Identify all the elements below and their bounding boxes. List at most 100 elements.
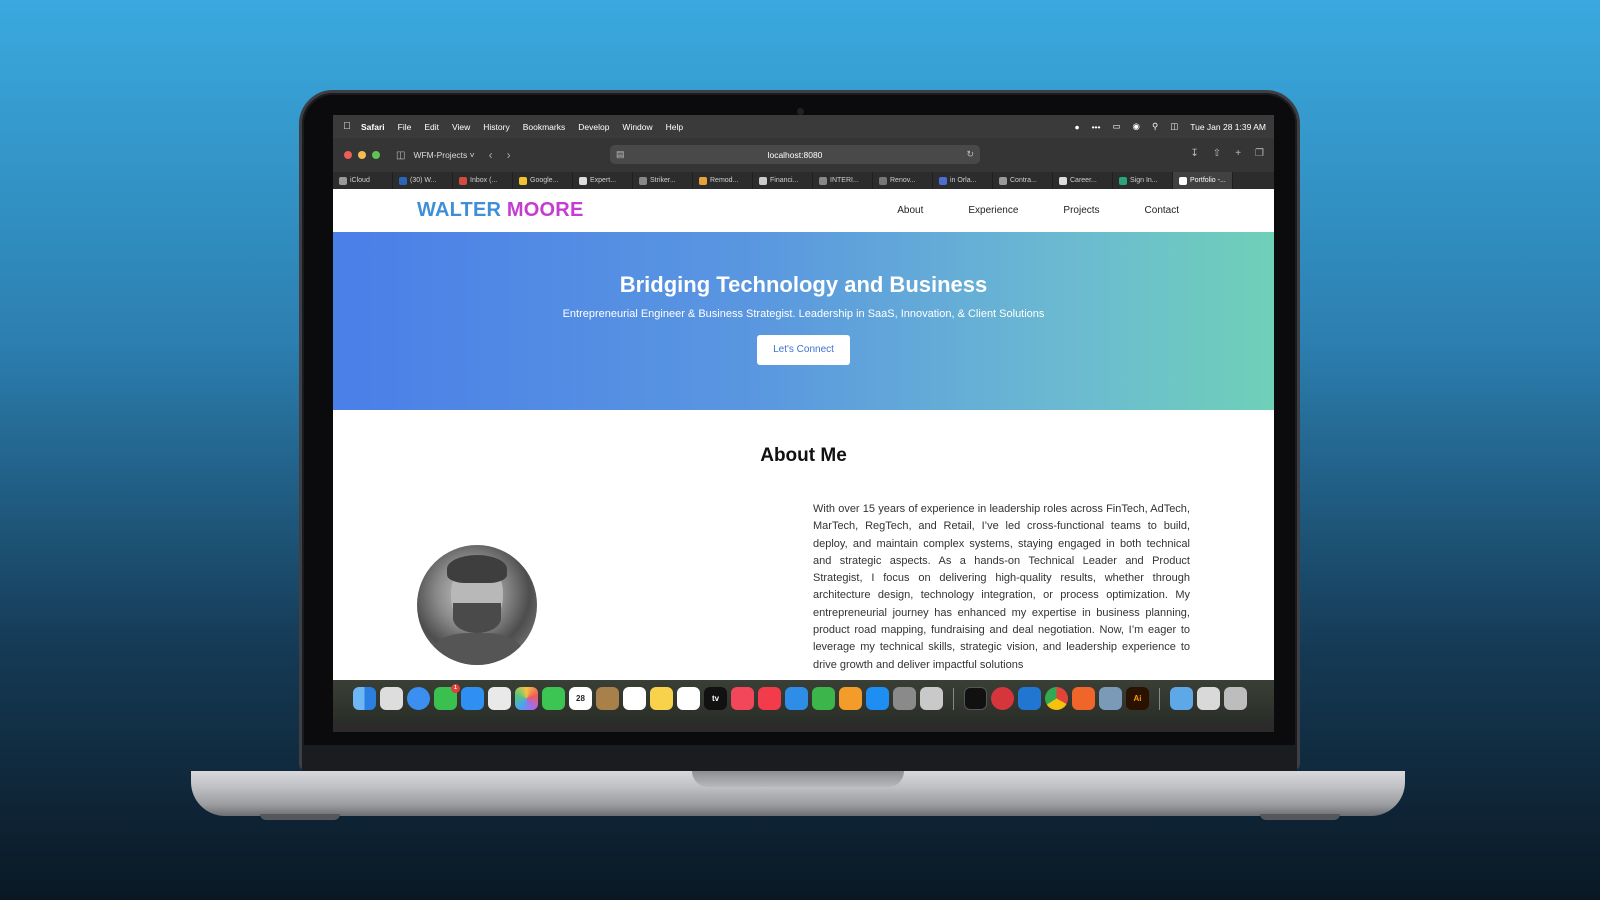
menu-view[interactable]: View <box>452 122 470 132</box>
new-tab-icon[interactable]: + <box>1235 148 1241 159</box>
app-store-icon[interactable] <box>866 687 889 710</box>
mail-icon[interactable] <box>461 687 484 710</box>
laptop-lid-bottom <box>302 745 1297 771</box>
interi-icon <box>819 176 827 185</box>
tab-label: Portfolio -... <box>1190 177 1226 184</box>
about-title: About Me <box>760 445 847 466</box>
apple-tv-icon[interactable]: tv <box>704 687 727 710</box>
launchpad-icon[interactable] <box>380 687 403 710</box>
postman-icon[interactable] <box>1072 687 1095 710</box>
sidebar-icon[interactable]: ◫ <box>396 150 405 161</box>
photos-icon[interactable] <box>515 687 538 710</box>
pages-icon[interactable] <box>839 687 862 710</box>
creative-cloud-icon[interactable]: ● <box>1074 122 1079 132</box>
tab-renov[interactable]: Renov... <box>873 172 933 189</box>
tab-portfolio[interactable]: Portfolio -... <box>1173 172 1233 189</box>
clock[interactable]: Tue Jan 28 1:39 AM <box>1190 122 1266 132</box>
notes-icon[interactable] <box>650 687 673 710</box>
iphone-mirroring-icon[interactable] <box>920 687 943 710</box>
calendar-icon[interactable]: 28 <box>569 687 592 710</box>
tab-expert[interactable]: Expert... <box>573 172 633 189</box>
more-icon[interactable]: ••• <box>1092 122 1101 132</box>
gmail-icon <box>459 176 467 185</box>
contacts-icon[interactable] <box>596 687 619 710</box>
share-icon[interactable]: ⇧ <box>1213 148 1221 159</box>
site-logo[interactable]: WALTER MOORE <box>417 199 583 222</box>
photo-hair <box>447 555 507 583</box>
control-center-icon[interactable]: ◫ <box>1170 121 1178 132</box>
tab-label: in Orla... <box>950 177 977 184</box>
tab-financi[interactable]: Financi... <box>753 172 813 189</box>
safari-icon[interactable] <box>407 687 430 710</box>
spotlight-icon[interactable]: ⚲ <box>1152 121 1158 132</box>
news-icon[interactable] <box>758 687 781 710</box>
apple-icon[interactable]:  <box>333 121 361 132</box>
menu-help[interactable]: Help <box>666 122 683 132</box>
tab-career[interactable]: Career... <box>1053 172 1113 189</box>
url-text: localhost:8080 <box>767 149 823 160</box>
downloads-folder-icon[interactable] <box>1170 687 1193 710</box>
menu-history[interactable]: History <box>483 122 509 132</box>
preview-icon[interactable] <box>1099 687 1122 710</box>
system-settings-icon[interactable] <box>893 687 916 710</box>
lets-connect-button[interactable]: Let's Connect <box>757 335 850 365</box>
tab-group-label: WFM-Projects <box>413 150 468 160</box>
tab-group-selector[interactable]: WFM-Projects ˅ <box>413 150 474 160</box>
messages-icon[interactable]: 1 <box>434 684 460 710</box>
keynote-icon[interactable] <box>785 687 808 710</box>
vscode-icon[interactable] <box>1018 687 1041 710</box>
tab-overview-icon[interactable]: ❐ <box>1255 148 1264 159</box>
trash-icon[interactable] <box>1224 687 1247 710</box>
menu-develop[interactable]: Develop <box>578 122 609 132</box>
tab-remod[interactable]: Remod... <box>693 172 753 189</box>
dock: 1 28 tv Ai <box>333 680 1274 722</box>
forward-icon[interactable]: › <box>507 148 511 162</box>
chrome-icon[interactable] <box>1045 687 1068 710</box>
menu-edit[interactable]: Edit <box>424 122 439 132</box>
status-area: ● ••• ▭ ◉ ⚲ ◫ Tue Jan 28 1:39 AM <box>1074 121 1274 132</box>
zoom-button[interactable] <box>372 151 380 159</box>
numbers-icon[interactable] <box>812 687 835 710</box>
page-settings-icon[interactable]: ▤ <box>616 149 625 160</box>
tab-sign-in[interactable]: Sign In... <box>1113 172 1173 189</box>
address-bar[interactable]: ▤ localhost:8080 ↻ <box>610 145 980 164</box>
site-nav: About Experience Projects Contact <box>852 205 1179 216</box>
close-button[interactable] <box>344 151 352 159</box>
tab-striker[interactable]: Striker... <box>633 172 693 189</box>
about-text: With over 15 years of experience in lead… <box>813 503 1190 671</box>
tab-icloud[interactable]: iCloud <box>333 172 393 189</box>
tab-interi[interactable]: INTERI... <box>813 172 873 189</box>
menu-bookmarks[interactable]: Bookmarks <box>523 122 566 132</box>
tab-gmail[interactable]: Inbox (... <box>453 172 513 189</box>
battery-icon[interactable]: ▭ <box>1113 121 1121 132</box>
nav-projects[interactable]: Projects <box>1063 205 1099 216</box>
freeform-icon[interactable] <box>677 687 700 710</box>
tab-contra[interactable]: Contra... <box>993 172 1053 189</box>
nav-experience[interactable]: Experience <box>968 205 1018 216</box>
tab-orla[interactable]: in Orla... <box>933 172 993 189</box>
menu-file[interactable]: File <box>398 122 412 132</box>
tab-google-drive[interactable]: Google... <box>513 172 573 189</box>
tab-linkedin[interactable]: (30) W... <box>393 172 453 189</box>
music-icon[interactable] <box>731 687 754 710</box>
downloads-icon[interactable]: ↧ <box>1190 148 1198 159</box>
maps-icon[interactable] <box>488 687 511 710</box>
menu-window[interactable]: Window <box>622 122 652 132</box>
illustrator-icon[interactable]: Ai <box>1126 687 1149 710</box>
lastpass-icon[interactable] <box>991 687 1014 710</box>
facetime-icon[interactable] <box>542 687 565 710</box>
nav-about[interactable]: About <box>897 205 923 216</box>
terminal-icon[interactable] <box>964 687 987 710</box>
minimize-button[interactable] <box>358 151 366 159</box>
back-icon[interactable]: ‹ <box>489 148 493 162</box>
window-controls <box>344 151 380 159</box>
tab-label: Striker... <box>650 177 676 184</box>
wifi-icon[interactable]: ◉ <box>1133 121 1140 132</box>
menu-safari[interactable]: Safari <box>361 122 385 132</box>
nav-contact[interactable]: Contact <box>1145 205 1179 216</box>
reload-icon[interactable]: ↻ <box>966 149 974 160</box>
window-icon[interactable] <box>1197 687 1220 710</box>
reminders-icon[interactable] <box>623 687 646 710</box>
tab-label: Renov... <box>890 177 916 184</box>
finder-icon[interactable] <box>353 687 376 710</box>
